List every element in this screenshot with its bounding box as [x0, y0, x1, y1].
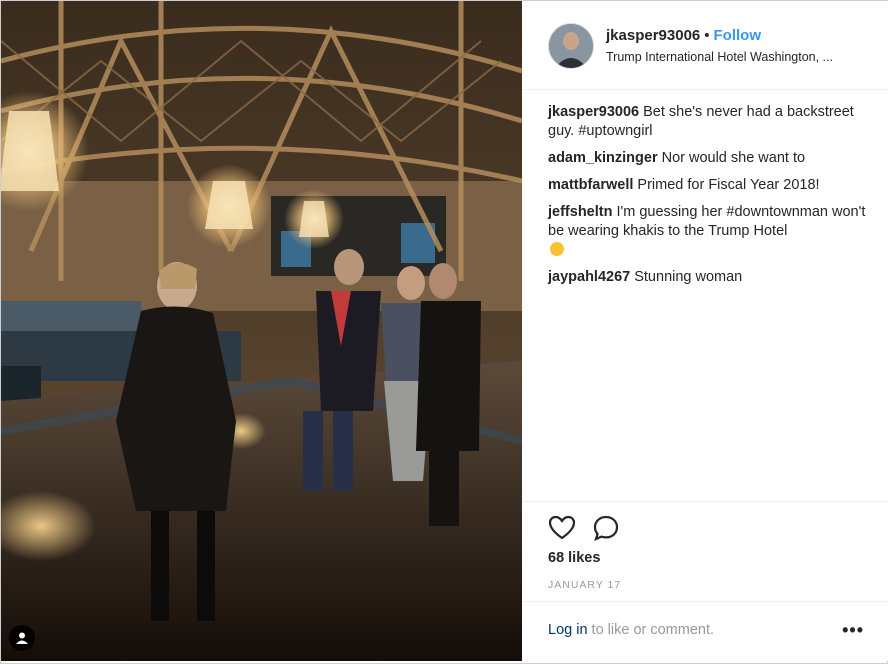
location-link[interactable]: Trump International Hotel Washington, ..…: [606, 50, 833, 64]
comment-username[interactable]: jaypahl4267: [548, 269, 630, 285]
comment-item: jaypahl4267 Stunning woman: [548, 268, 870, 287]
comment-text: Nor would she want to: [661, 150, 806, 166]
comment-username[interactable]: jeffsheltn: [548, 204, 612, 220]
post-photo[interactable]: [1, 1, 522, 661]
avatar[interactable]: [548, 23, 594, 69]
comment-bubble-icon[interactable]: [592, 514, 620, 542]
smiling-emoji-icon: [550, 242, 564, 256]
hotel-lobby-photo: [1, 1, 522, 661]
login-prompt: Log in to like or comment.: [548, 622, 714, 638]
likes-count[interactable]: 68 likes: [548, 550, 600, 566]
post-actions: 68 likes JANUARY 17: [522, 501, 888, 602]
comment-username[interactable]: jkasper93006: [548, 104, 639, 120]
comment-text: Primed for Fiscal Year 2018!: [637, 177, 820, 193]
heart-icon[interactable]: [548, 514, 576, 542]
comment-username[interactable]: adam_kinzinger: [548, 150, 658, 166]
login-prompt-text: to like or comment.: [587, 622, 715, 638]
comment-item: jkasper93006 Bet she's never had a backst…: [548, 103, 870, 141]
comment-item: jeffsheltn I'm guessing her #downtownman …: [548, 203, 870, 260]
more-options-icon[interactable]: •••: [842, 620, 864, 641]
separator-dot: •: [704, 27, 710, 44]
login-link[interactable]: Log in: [548, 622, 588, 638]
follow-button[interactable]: Follow: [714, 27, 762, 44]
comment-item: mattbfarwell Primed for Fiscal Year 2018!: [548, 176, 870, 195]
post-side-panel: jkasper93006 • Follow Trump International …: [522, 1, 888, 661]
comment-text: Stunning woman: [634, 269, 743, 285]
comment-item: adam_kinzinger Nor would she want to: [548, 149, 870, 168]
action-icons-row: [548, 514, 620, 542]
header-username[interactable]: jkasper93006: [606, 27, 700, 44]
comments-list: jkasper93006 Bet she's never had a backst…: [548, 103, 870, 295]
person-tag-icon[interactable]: [9, 625, 35, 651]
post-header: jkasper93006 • Follow Trump International …: [522, 1, 888, 90]
comment-username[interactable]: mattbfarwell: [548, 177, 633, 193]
post-footer: Log in to like or comment. •••: [522, 601, 888, 662]
header-user-line: jkasper93006 • Follow: [606, 27, 761, 44]
post-date[interactable]: JANUARY 17: [548, 579, 621, 591]
instagram-post-embed: jkasper93006 • Follow Trump International …: [0, 0, 888, 664]
